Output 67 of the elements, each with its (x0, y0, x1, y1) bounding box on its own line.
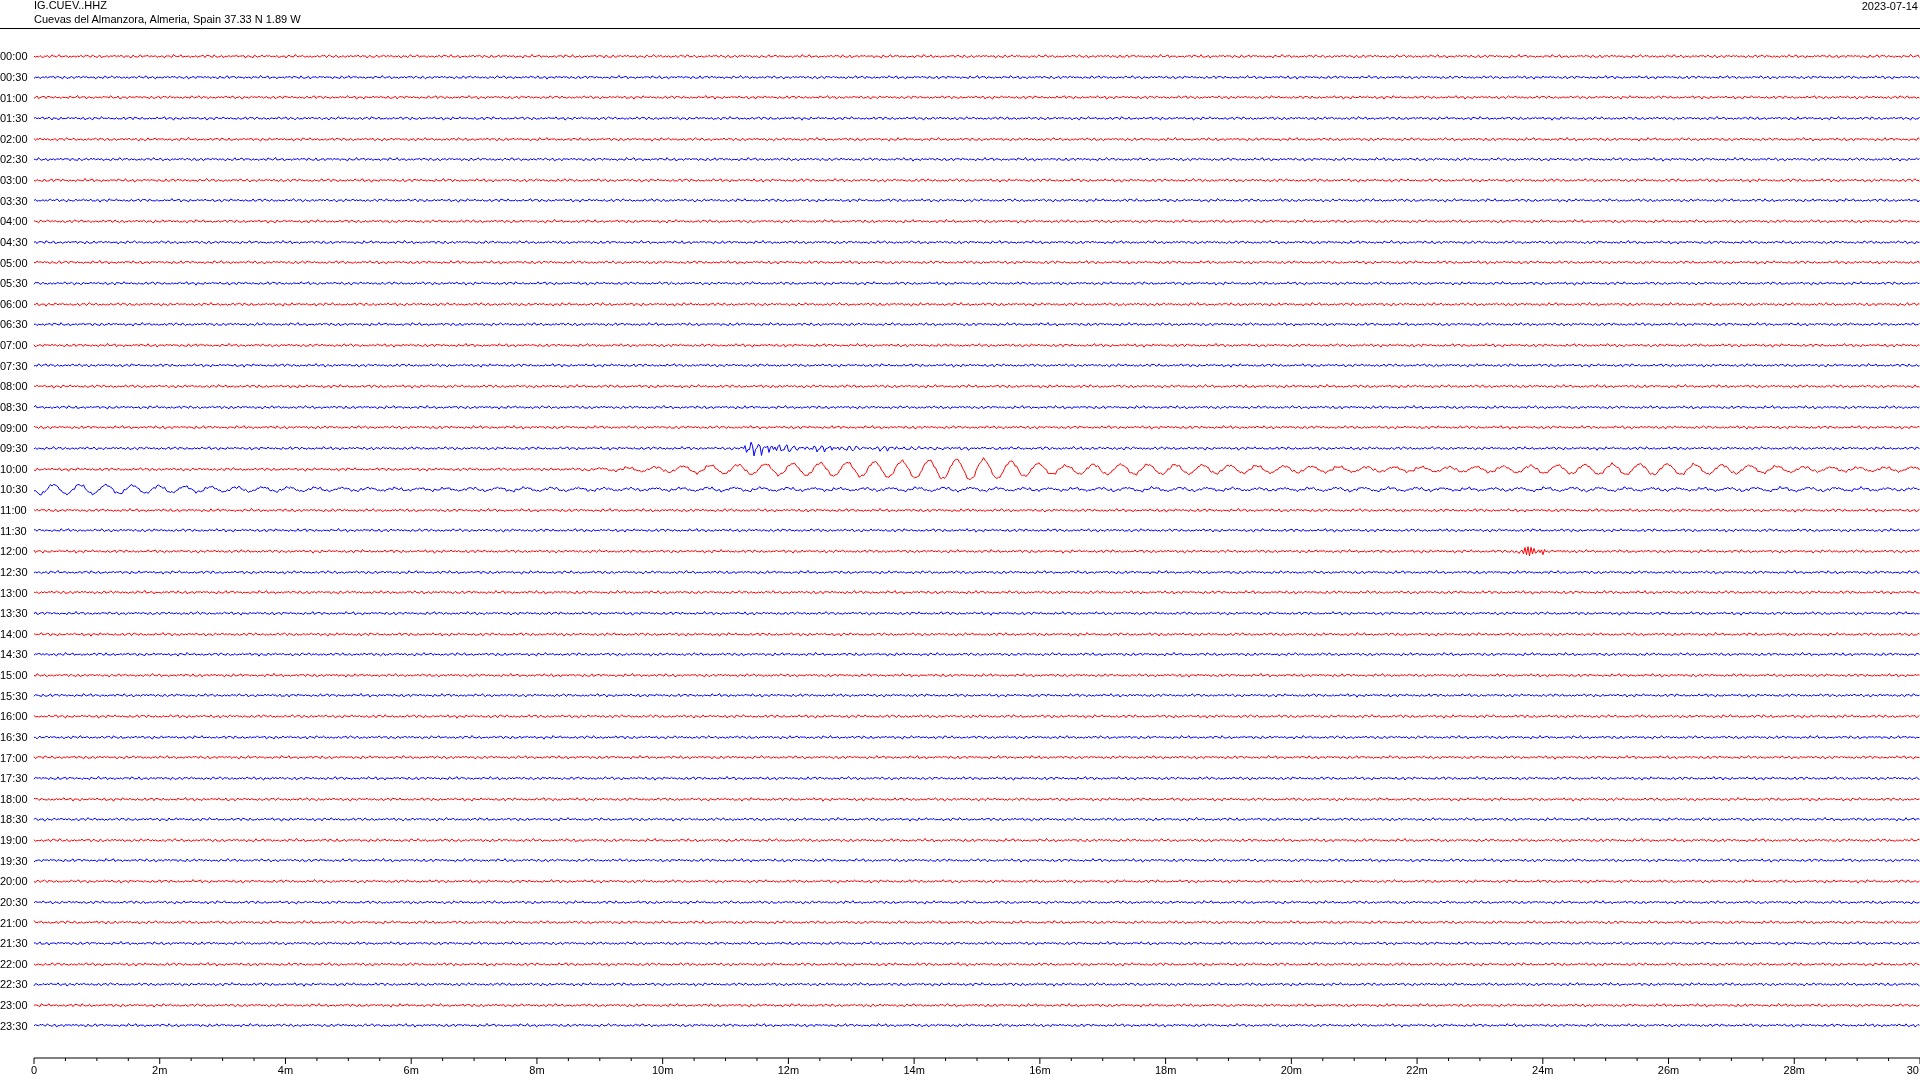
axis-label: 24m (1532, 1064, 1554, 1076)
time-label: 23:30 (0, 1019, 29, 1032)
axis-label: 16m (1029, 1064, 1051, 1076)
time-label: 20:30 (0, 895, 29, 908)
time-label: 10:00 (0, 462, 29, 475)
time-label: 04:30 (0, 235, 29, 248)
axis-label: 8m (529, 1064, 545, 1076)
time-label: 09:30 (0, 442, 29, 455)
time-label: 16:30 (0, 730, 29, 743)
axis-label: 4m (277, 1064, 294, 1076)
plot-date: 2023-07-14 (1861, 0, 1919, 14)
time-label: 02:30 (0, 153, 29, 166)
time-label: 01:30 (0, 112, 29, 125)
axis-label: 10m (651, 1064, 674, 1076)
time-label: 14:00 (0, 627, 29, 640)
time-label: 07:00 (0, 339, 29, 352)
time-label: 17:00 (0, 751, 29, 764)
time-label: 15:30 (0, 689, 29, 702)
time-label: 23:00 (0, 999, 29, 1012)
time-label: 18:30 (0, 813, 29, 826)
time-label: 13:30 (0, 607, 29, 620)
time-label: 21:00 (0, 916, 29, 929)
time-label: 03:30 (0, 194, 29, 207)
time-label: 09:00 (0, 421, 29, 434)
time-label: 15:00 (0, 669, 29, 682)
time-label: 03:00 (0, 174, 29, 187)
time-label: 16:00 (0, 710, 29, 723)
time-label: 11:00 (0, 504, 28, 517)
time-label: 07:30 (0, 359, 29, 372)
axis-label: 20m (1280, 1064, 1303, 1076)
time-label: 01:00 (0, 91, 29, 104)
axis-label: 12m (777, 1064, 800, 1076)
time-label: 08:00 (0, 380, 29, 393)
time-label: 04:00 (0, 215, 29, 228)
time-label: 05:30 (0, 277, 29, 290)
time-label: 22:30 (0, 978, 29, 991)
axis-label: 0 (30, 1064, 38, 1076)
time-label: 08:30 (0, 400, 29, 413)
time-label: 21:30 (0, 937, 29, 950)
time-label: 10:30 (0, 483, 29, 496)
axis-label: 26m (1657, 1064, 1680, 1076)
axis-label: 30 (1906, 1064, 1919, 1076)
time-label: 12:30 (0, 565, 29, 578)
axis-label: 6m (403, 1064, 419, 1076)
time-label: 11:30 (0, 524, 28, 537)
axis-label: 18m (1154, 1064, 1177, 1076)
time-label: 12:00 (0, 545, 29, 558)
time-label: 20:00 (0, 875, 29, 888)
axis-label: 22m (1406, 1064, 1428, 1076)
axis-label: 28m (1783, 1064, 1805, 1076)
time-label: 00:30 (0, 70, 29, 83)
axis-label: 14m (903, 1064, 925, 1076)
time-label: 06:30 (0, 318, 29, 331)
time-label: 06:00 (0, 297, 29, 310)
time-label: 13:00 (0, 586, 29, 599)
time-label: 00:00 (0, 50, 29, 63)
time-label: 05:00 (0, 256, 29, 269)
time-label: 19:30 (0, 854, 29, 867)
station-location: Cuevas del Almanzora, Almeria, Spain 37.33 N 1.89 W (34, 12, 301, 26)
time-label: 14:30 (0, 648, 29, 661)
axis-label: 2m (152, 1064, 168, 1076)
time-label: 02:00 (0, 132, 29, 145)
channel-code: IG.CUEV..HHZ (34, 0, 108, 12)
time-label: 22:00 (0, 957, 29, 970)
time-label: 18:00 (0, 792, 29, 805)
time-label: 17:30 (0, 772, 29, 785)
time-label: 19:00 (0, 834, 29, 847)
